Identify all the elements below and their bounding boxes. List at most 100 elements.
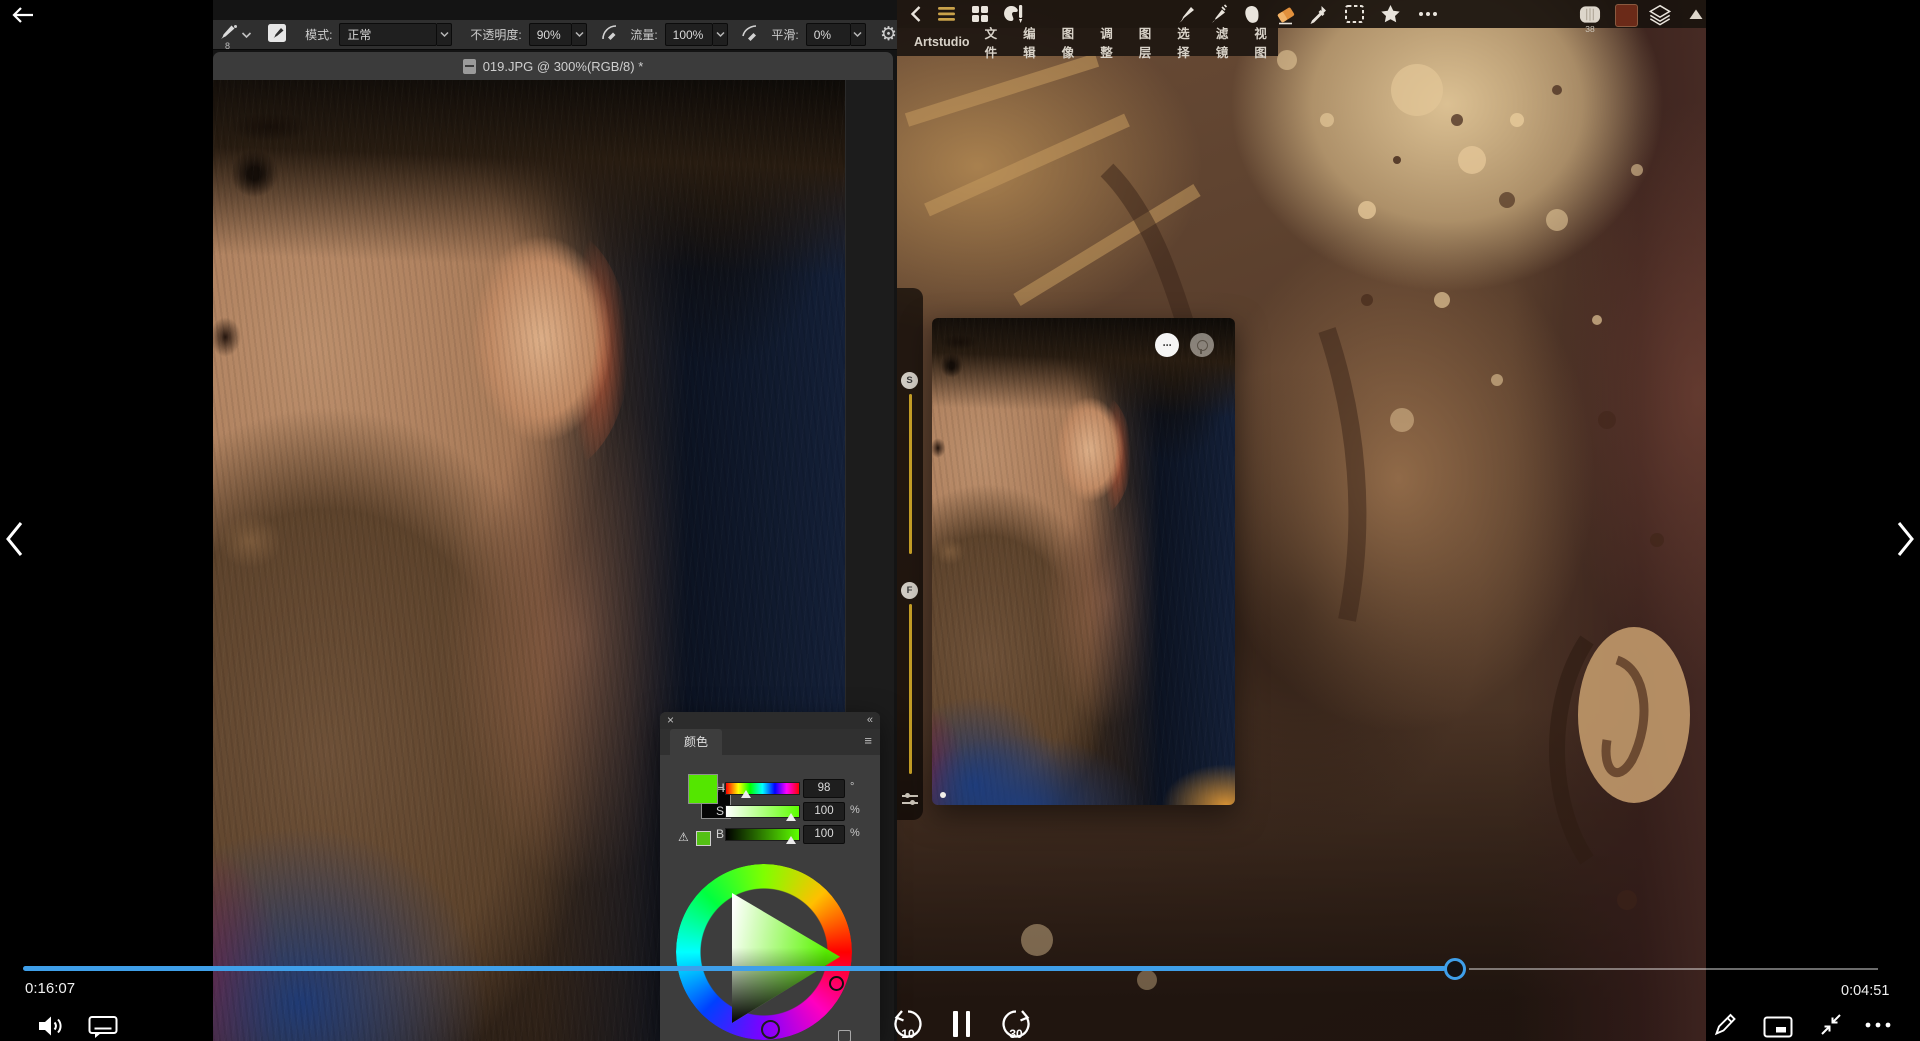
eraser-tool-icon[interactable]: [1275, 3, 1297, 25]
menu-artstudio[interactable]: Artstudio: [914, 35, 970, 49]
artstudio-toolbar: 38: [897, 0, 1706, 28]
gallery-icon[interactable]: [1003, 3, 1025, 25]
photoshop-app: 8 模式: 正常 不透明度: 90% 流量: 100% 平滑: 0%: [213, 0, 897, 1041]
annotate-pencil-button[interactable]: [1712, 1012, 1738, 1037]
elapsed-time: 0:16:07: [25, 980, 75, 997]
volume-button[interactable]: [36, 1013, 64, 1039]
chevron-down-icon[interactable]: [241, 28, 252, 42]
flow-slider-track[interactable]: [909, 604, 912, 774]
brightness-value[interactable]: 100: [803, 825, 845, 844]
brightness-row: B 100 %: [660, 825, 880, 843]
forward-amount: 30: [997, 1027, 1035, 1041]
more-tools-icon[interactable]: [1417, 3, 1439, 25]
smoothing-label: 平滑:: [771, 26, 798, 43]
brightness-thumb[interactable]: [786, 836, 796, 844]
document-icon: [463, 59, 476, 74]
saturation-value[interactable]: 100: [803, 802, 845, 821]
more-options-button[interactable]: [1864, 1022, 1892, 1028]
menu-adjust[interactable]: 调整: [1100, 23, 1124, 61]
smoothing-field[interactable]: 0%: [806, 23, 851, 46]
progress-handle[interactable]: [1444, 958, 1466, 980]
reference-pin-button[interactable]: [1190, 333, 1214, 357]
size-slider-knob[interactable]: S: [901, 372, 918, 389]
subtitles-button[interactable]: [88, 1015, 118, 1039]
back-button[interactable]: [10, 4, 36, 31]
menu-file[interactable]: 文件: [985, 23, 1009, 61]
brush-size-label: 8: [225, 41, 230, 51]
star-favorites-icon[interactable]: [1379, 3, 1401, 25]
panel-footer-icon[interactable]: [838, 1030, 851, 1041]
brightness-slider[interactable]: [725, 828, 800, 841]
hue-ring-selector[interactable]: [761, 1020, 780, 1039]
saturation-thumb[interactable]: [786, 813, 796, 821]
opacity-field[interactable]: 90%: [529, 23, 572, 46]
wet-brush-tool-icon[interactable]: [1207, 3, 1229, 25]
brush-tool-preview[interactable]: 8: [217, 22, 239, 48]
selection-tool-icon[interactable]: [1343, 3, 1365, 25]
gamut-swatch[interactable]: [696, 831, 711, 846]
menu-layer[interactable]: 图层: [1139, 23, 1163, 61]
miniplayer-button[interactable]: [1763, 1016, 1793, 1038]
sliders-settings-icon[interactable]: [902, 793, 918, 805]
next-video-button[interactable]: [1895, 519, 1917, 564]
pin-icon: [1197, 340, 1208, 351]
menu-filter[interactable]: 滤镜: [1216, 23, 1240, 61]
flow-chevron-icon[interactable]: [713, 23, 728, 46]
reference-image-window[interactable]: ···: [932, 318, 1235, 805]
brush-preview-icon[interactable]: [1579, 3, 1601, 25]
hue-value[interactable]: 98: [803, 779, 845, 798]
smoothing-chevron-icon[interactable]: [851, 23, 866, 46]
document-tab[interactable]: 019.JPG @ 300%(RGB/8) *: [213, 52, 893, 81]
foreground-color-swatch[interactable]: [688, 774, 718, 804]
blend-mode-value: 正常: [347, 26, 371, 43]
flow-slider-knob[interactable]: F: [901, 582, 918, 599]
remaining-time: 0:04:51: [1841, 983, 1889, 999]
close-icon[interactable]: ×: [667, 712, 674, 728]
brush-panel-toggle-icon[interactable]: [266, 22, 288, 47]
opacity-label: 不透明度:: [470, 26, 521, 43]
back-chevron-icon[interactable]: [905, 3, 927, 25]
menu-edit[interactable]: 编辑: [1023, 23, 1047, 61]
menu-image[interactable]: 图像: [1062, 23, 1086, 61]
flow-field[interactable]: 100%: [665, 23, 713, 46]
progress-bar[interactable]: [23, 966, 1878, 972]
collapse-triangle-icon[interactable]: [1685, 3, 1706, 25]
gear-icon[interactable]: ⚙: [880, 25, 897, 44]
brush-size-badge: 38: [1579, 24, 1601, 34]
current-color-swatch[interactable]: [1615, 4, 1638, 27]
brightness-label: B: [716, 827, 724, 841]
panel-menu-icon[interactable]: ≡: [864, 733, 872, 748]
artstudio-app: 38 Artstudio 文件 编辑 图像 调整 图层 选择 滤镜 视图 S F: [897, 0, 1706, 1041]
pause-button[interactable]: [953, 1011, 970, 1037]
opacity-chevron-icon[interactable]: [572, 23, 587, 46]
layers-icon[interactable]: [1649, 3, 1671, 25]
hue-slider[interactable]: [725, 782, 800, 795]
reference-more-button[interactable]: ···: [1155, 333, 1179, 357]
menu-hamburger-icon[interactable]: [935, 3, 957, 25]
menu-view[interactable]: 视图: [1254, 23, 1278, 61]
smudge-tool-icon[interactable]: [1241, 3, 1263, 25]
ellipsis-icon: ···: [1163, 338, 1172, 352]
saturation-slider[interactable]: [725, 805, 800, 818]
rewind-10-button[interactable]: 10: [889, 1006, 927, 1041]
airbrush-buildup-icon[interactable]: [741, 23, 761, 46]
grid-icon[interactable]: [969, 3, 991, 25]
menu-select[interactable]: 选择: [1177, 23, 1201, 61]
panel-tab-row: 颜色 ≡: [660, 729, 880, 755]
warning-icon: ⚠: [678, 830, 689, 844]
eyedropper-tool-icon[interactable]: [1307, 3, 1329, 25]
forward-30-button[interactable]: 30: [997, 1006, 1035, 1041]
blend-mode-select[interactable]: 正常: [339, 23, 437, 46]
exit-fullscreen-button[interactable]: [1818, 1012, 1844, 1037]
paint-brush-tool-icon[interactable]: [1175, 3, 1197, 25]
color-wheel[interactable]: [676, 864, 852, 1040]
triangle-selector[interactable]: [829, 976, 844, 991]
blend-mode-chevron-icon[interactable]: [437, 23, 452, 46]
tab-color[interactable]: 颜色: [670, 729, 722, 755]
hue-thumb[interactable]: [741, 790, 751, 798]
airbrush-icon[interactable]: [600, 23, 620, 46]
reference-resize-handle[interactable]: [940, 792, 946, 798]
size-slider-track[interactable]: [909, 394, 912, 554]
collapse-icon[interactable]: «: [867, 712, 873, 728]
previous-video-button[interactable]: [3, 519, 25, 564]
